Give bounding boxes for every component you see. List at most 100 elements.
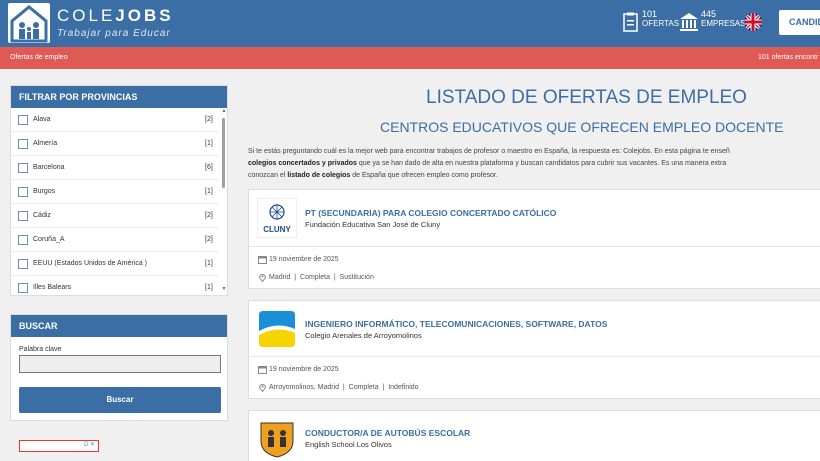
- keyword-label: Palabra clave: [19, 346, 62, 353]
- cluny-logo-text: CLUNY: [263, 225, 291, 234]
- adchoices-icon[interactable]: D ✕: [84, 441, 95, 448]
- province-count: [2]: [205, 116, 213, 123]
- scroll-down-icon[interactable]: ▼: [221, 286, 227, 292]
- province-name: Burgos: [33, 188, 56, 195]
- province-item[interactable]: Burgos [1]: [11, 180, 219, 204]
- site-tagline: Trabajar para Educar: [57, 28, 171, 39]
- job-card[interactable]: CLUNY PT (SECUNDARIA) PARA COLEGIO CONCE…: [248, 189, 820, 289]
- job-company: English School Los Olivos: [305, 440, 392, 449]
- intro-line-1: Si te estás preguntando cuál es la mejor…: [248, 148, 730, 155]
- scrollbar-thumb[interactable]: [222, 118, 225, 188]
- filter-title: FILTRAR POR PROVINCIAS: [11, 86, 227, 108]
- province-count: [1]: [205, 260, 213, 267]
- province-checkbox[interactable]: [18, 115, 28, 125]
- province-item[interactable]: Cádiz [2]: [11, 204, 219, 228]
- job-location: Madrid: [269, 274, 291, 281]
- arenales-logo-icon[interactable]: [257, 309, 297, 349]
- job-card[interactable]: CONDUCTOR/A DE AUTOBÚS ESCOLAR English S…: [248, 410, 820, 461]
- offers-found-count: 101 ofertas encontr: [758, 54, 819, 61]
- card-divider: [249, 246, 820, 247]
- province-count: [1]: [205, 140, 213, 147]
- province-checkbox[interactable]: [18, 259, 28, 269]
- companies-label: EMPRESAS: [701, 19, 746, 28]
- province-checkbox[interactable]: [18, 211, 28, 221]
- province-item[interactable]: Coruña_A [2]: [11, 228, 219, 252]
- province-name: Alava: [33, 116, 51, 123]
- province-checkbox[interactable]: [18, 163, 28, 173]
- ad-banner[interactable]: D ✕: [19, 440, 99, 452]
- job-company: Colegio Arenales de Arroyomolinos: [305, 331, 422, 340]
- province-count: [6]: [205, 164, 213, 171]
- search-title: BUSCAR: [11, 315, 227, 337]
- province-checkbox[interactable]: [18, 139, 28, 149]
- province-count: [1]: [205, 188, 213, 195]
- job-date: 19 noviembre de 2025: [269, 256, 339, 263]
- job-contract-type: Sustitución: [339, 274, 374, 281]
- province-name: Almería: [33, 140, 58, 147]
- intro-bold-list-link[interactable]: listado de colegios: [287, 172, 350, 179]
- search-panel: BUSCAR Palabra clave Buscar: [10, 314, 228, 421]
- province-item[interactable]: Barcelona [6]: [11, 156, 219, 180]
- province-name: Illes Balears: [33, 284, 72, 291]
- intro-line-2: que ya se han dado de alta en nuestra pl…: [356, 160, 727, 167]
- province-item[interactable]: Almería [1]: [11, 132, 219, 156]
- job-title[interactable]: PT (SECUNDARIA) PARA COLEGIO CONCERTADO …: [305, 208, 556, 218]
- job-details: Arroyomolinos, Madrid | Completa | Indef…: [269, 384, 419, 391]
- province-name: Coruña_A: [33, 236, 65, 243]
- job-schedule: Completa: [300, 274, 330, 281]
- province-count: [1]: [205, 284, 213, 291]
- uk-flag-icon[interactable]: [744, 13, 762, 31]
- top-header: COLEJOBS Trabajar para Educar 101 OFERTA…: [0, 0, 820, 47]
- search-button[interactable]: Buscar: [19, 387, 221, 413]
- job-title[interactable]: CONDUCTOR/A DE AUTOBÚS ESCOLAR: [305, 428, 470, 438]
- province-count: [2]: [205, 212, 213, 219]
- job-date: 19 noviembre de 2025: [269, 366, 339, 373]
- job-company: Fundación Educativa San José de Cluny: [305, 220, 441, 229]
- province-checkbox[interactable]: [18, 283, 28, 293]
- province-name: Barcelona: [33, 164, 65, 171]
- breadcrumb[interactable]: Ofertas de empleo: [10, 54, 68, 61]
- page-title: LISTADO DE OFERTAS DE EMPLEO: [426, 87, 747, 108]
- offers-stat[interactable]: 101 OFERTAS: [642, 9, 680, 29]
- candidates-button[interactable]: CANDID: [779, 10, 820, 35]
- cluny-logo-icon[interactable]: CLUNY: [257, 198, 297, 238]
- province-filter-panel: FILTRAR POR PROVINCIAS Alava [2] Almería […: [10, 85, 228, 296]
- intro-line-3-pre: conozcan el: [248, 172, 288, 179]
- job-title[interactable]: INGENIERO INFORMÁTICO, TELECOMUNICACIONE…: [305, 319, 607, 329]
- province-checkbox[interactable]: [18, 235, 28, 245]
- companies-stat[interactable]: 445 EMPRESAS: [701, 9, 746, 29]
- offers-count: 101: [642, 9, 658, 19]
- province-item[interactable]: Alava [2]: [11, 108, 219, 132]
- companies-icon: [680, 13, 698, 31]
- offers-icon: [623, 12, 638, 32]
- breadcrumb-bar: Ofertas de empleo 101 ofertas encontr: [0, 47, 820, 69]
- province-item[interactable]: Illes Balears [1]: [11, 276, 219, 295]
- keyword-input[interactable]: [19, 355, 221, 373]
- location-pin-icon: [258, 384, 267, 392]
- intro-bold-schools: colegios concertados y privados: [248, 160, 357, 167]
- scroll-up-icon[interactable]: ▲: [221, 108, 227, 114]
- province-count: [2]: [205, 236, 213, 243]
- los-olivos-logo-icon[interactable]: [257, 419, 297, 459]
- job-card[interactable]: INGENIERO INFORMÁTICO, TELECOMUNICACIONE…: [248, 300, 820, 399]
- job-location: Arroyomolinos, Madrid: [269, 384, 340, 391]
- province-checkbox[interactable]: [18, 187, 28, 197]
- offers-label: OFERTAS: [642, 19, 680, 28]
- province-name: EEUU (Estados Unidos de América ): [33, 260, 147, 267]
- card-divider: [249, 356, 820, 357]
- job-contract-type: Indefinido: [388, 384, 419, 391]
- location-pin-icon: [258, 274, 267, 282]
- province-scrollbar[interactable]: ▲ ▼: [221, 108, 227, 294]
- intro-line-3: de España que ofrecen empleo como profes…: [350, 172, 498, 179]
- site-logo-text[interactable]: COLEJOBS: [57, 6, 174, 26]
- intro-text: Si te estás preguntando cuál es la mejor…: [248, 146, 820, 182]
- province-item[interactable]: EEUU (Estados Unidos de América ) [1]: [11, 252, 219, 276]
- province-name: Cádiz: [33, 212, 51, 219]
- job-schedule: Completa: [348, 384, 379, 391]
- page-subtitle: CENTROS EDUCATIVOS QUE OFRECEN EMPLEO DO…: [380, 119, 784, 135]
- calendar-icon: [258, 256, 267, 264]
- province-list: Alava [2] Almería [1] Barcelona [6] Burgos […: [11, 108, 219, 295]
- colejobs-logo-icon[interactable]: [8, 3, 50, 43]
- companies-count: 445: [701, 9, 717, 19]
- calendar-icon: [258, 366, 267, 374]
